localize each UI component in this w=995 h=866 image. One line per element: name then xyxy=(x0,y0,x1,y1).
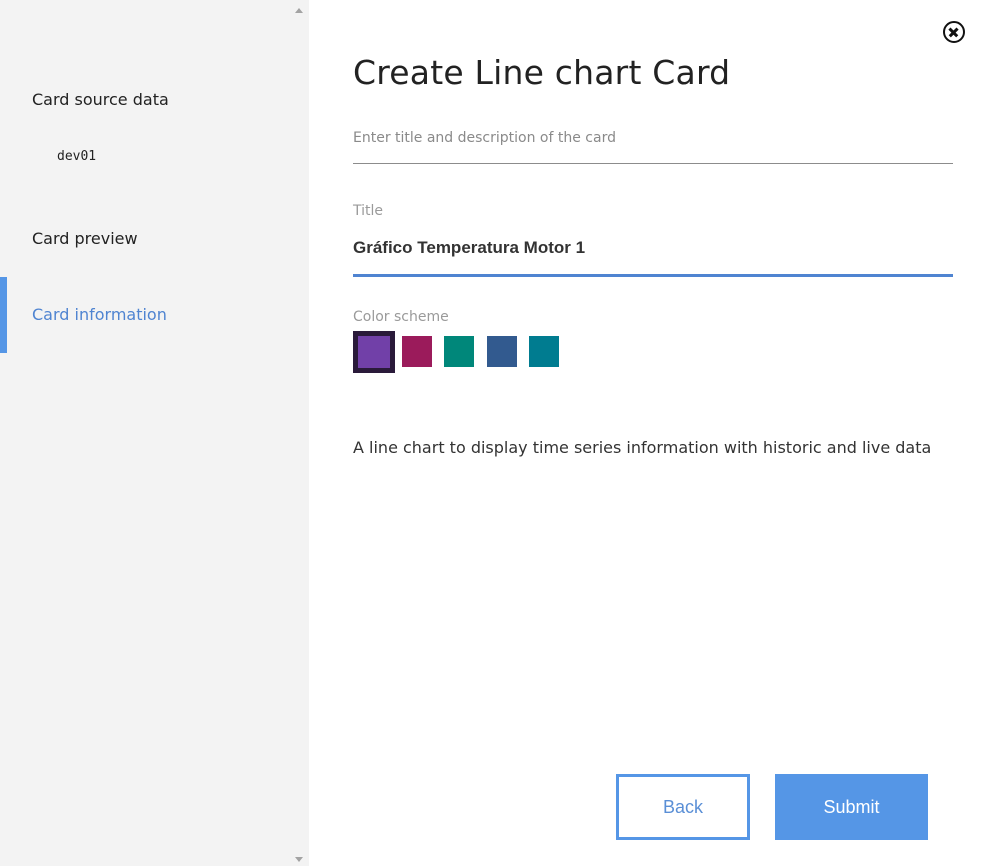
scroll-down-arrow-icon[interactable] xyxy=(295,857,303,862)
title-input[interactable] xyxy=(353,233,953,277)
back-button[interactable]: Back xyxy=(616,774,750,840)
title-label: Title xyxy=(353,203,384,219)
color-swatch-purple[interactable] xyxy=(353,331,395,373)
sidebar-item-card-information[interactable]: Card information xyxy=(32,305,167,324)
color-swatch-cyan[interactable] xyxy=(529,336,559,367)
submit-button[interactable]: Submit xyxy=(775,774,928,840)
sidebar-subitem-dev01[interactable]: dev01 xyxy=(57,149,96,164)
card-description-input[interactable] xyxy=(353,112,953,164)
color-scheme-label: Color scheme xyxy=(353,309,449,325)
color-swatch-teal[interactable] xyxy=(444,336,474,367)
card-type-description: A line chart to display time series info… xyxy=(353,438,932,457)
sidebar: Card source data dev01 Card preview Card… xyxy=(0,0,290,866)
scrollbar[interactable] xyxy=(290,0,309,866)
scroll-up-arrow-icon[interactable] xyxy=(295,8,303,13)
close-icon[interactable] xyxy=(943,21,965,43)
page-title: Create Line chart Card xyxy=(353,53,731,92)
sidebar-item-card-source-data[interactable]: Card source data xyxy=(32,90,169,109)
color-swatch-magenta[interactable] xyxy=(402,336,432,367)
sidebar-item-card-preview[interactable]: Card preview xyxy=(32,229,138,248)
color-swatch-blue[interactable] xyxy=(487,336,517,367)
active-indicator xyxy=(0,277,7,353)
